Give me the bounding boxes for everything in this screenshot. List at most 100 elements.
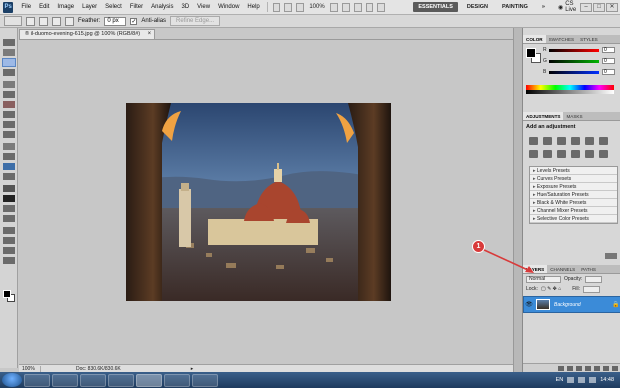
preset-item[interactable]: Exposure Presets	[530, 183, 617, 191]
shape-tool-icon[interactable]	[2, 215, 15, 222]
tray-flag-icon[interactable]	[567, 377, 575, 383]
link-layers-icon[interactable]	[558, 365, 564, 371]
new-layer-icon[interactable]	[603, 365, 609, 371]
color-foreground-swatch[interactable]	[526, 48, 536, 58]
minimize-button[interactable]: –	[580, 2, 592, 12]
hand-tool-icon[interactable]	[2, 247, 15, 254]
path-select-tool-icon[interactable]	[2, 205, 15, 212]
preset-item[interactable]: Curves Presets	[530, 175, 617, 183]
new-group-icon[interactable]	[594, 365, 600, 371]
more-workspaces-button[interactable]: »	[537, 2, 550, 12]
menu-3d[interactable]: 3D	[178, 4, 194, 10]
foreground-color-swatch[interactable]	[3, 290, 11, 298]
document-tab[interactable]: ® il-duomo-evening-615.jpg @ 100% (RGB/8…	[19, 29, 156, 39]
adjustment-icon[interactable]	[543, 150, 552, 158]
menu-file[interactable]: File	[17, 4, 35, 10]
status-menu-arrow[interactable]: ▸	[121, 366, 194, 372]
history-brush-tool-icon[interactable]	[2, 131, 15, 138]
marquee-tool-icon[interactable]	[2, 49, 15, 56]
add-mask-icon[interactable]	[576, 365, 582, 371]
adjustment-icon[interactable]	[571, 137, 580, 145]
extras-button[interactable]	[296, 2, 305, 12]
layer-style-icon[interactable]	[567, 365, 573, 371]
menu-layer[interactable]: Layer	[78, 4, 101, 10]
layer-row-background[interactable]: 👁 Background 🔒	[523, 296, 620, 313]
visibility-eye-icon[interactable]: 👁	[524, 301, 534, 308]
zoom-view-button[interactable]	[341, 2, 350, 12]
taskbar-photoshop-button[interactable]	[136, 373, 162, 387]
dodge-tool-icon[interactable]	[2, 173, 15, 180]
healing-tool-icon[interactable]	[2, 101, 15, 108]
quick-select-tool-icon[interactable]	[2, 69, 15, 76]
delete-layer-icon[interactable]	[612, 365, 618, 371]
new-selection-icon[interactable]	[26, 16, 35, 26]
taskbar-app2-button[interactable]	[192, 373, 218, 387]
adjustment-icon[interactable]	[599, 150, 608, 158]
antialias-checkbox[interactable]: ✓	[130, 17, 138, 25]
tray-network-icon[interactable]	[578, 377, 586, 383]
rotate-view-button[interactable]	[353, 2, 362, 12]
menu-edit[interactable]: Edit	[35, 4, 53, 10]
launch-bridge-button[interactable]	[272, 2, 281, 12]
tray-volume-icon[interactable]	[589, 377, 597, 383]
language-indicator[interactable]: EN	[556, 377, 564, 383]
color-r-input[interactable]: 0	[602, 47, 615, 53]
workspace-painting[interactable]: PAINTING	[497, 2, 533, 12]
status-zoom[interactable]: 100%	[19, 365, 41, 372]
arrange-documents-button[interactable]	[365, 2, 374, 12]
adjustment-icon[interactable]	[529, 150, 538, 158]
adjustment-icon[interactable]	[543, 137, 552, 145]
eraser-tool-icon[interactable]	[2, 143, 15, 150]
maximize-button[interactable]: □	[593, 2, 605, 12]
adjustment-icon[interactable]	[557, 137, 566, 145]
screen-mode-button[interactable]	[377, 2, 386, 12]
brush-tool-icon[interactable]	[2, 111, 15, 118]
color-tab-styles[interactable]: STYLES	[577, 35, 601, 43]
launch-minibridge-button[interactable]	[284, 2, 293, 12]
refine-edge-button[interactable]: Refine Edge...	[170, 16, 221, 26]
lock-icons[interactable]: ▢ ✎ ✥ ⌂	[541, 286, 561, 292]
fill-input[interactable]	[583, 285, 601, 293]
preset-item[interactable]: Levels Presets	[530, 167, 617, 175]
3d-orbit-tool-icon[interactable]	[2, 237, 15, 244]
blur-tool-icon[interactable]	[2, 163, 15, 170]
preset-item[interactable]: Channel Mixer Presets	[530, 207, 617, 215]
menu-image[interactable]: Image	[53, 4, 78, 10]
eyedropper-tool-icon[interactable]	[2, 91, 15, 98]
color-tab-swatches[interactable]: SWATCHES	[546, 35, 578, 43]
menu-view[interactable]: View	[193, 4, 214, 10]
menu-analysis[interactable]: Analysis	[147, 4, 177, 10]
color-b-input[interactable]: 0	[602, 69, 615, 75]
cs-live-button[interactable]: ◉ CS Live	[558, 1, 579, 13]
menu-filter[interactable]: Filter	[126, 4, 147, 10]
taskbar-app-button[interactable]	[108, 373, 134, 387]
close-document-button[interactable]: ×	[148, 30, 152, 39]
start-button[interactable]	[2, 373, 22, 387]
adjustments-tab-adjustments[interactable]: ADJUSTMENTS	[523, 112, 564, 120]
workspace-essentials[interactable]: ESSENTIALS	[413, 2, 458, 12]
close-window-button[interactable]: ✕	[606, 2, 618, 12]
feather-input[interactable]: 0 px	[104, 16, 127, 26]
adjustment-layer-icon[interactable]	[585, 365, 591, 371]
adjustment-footer-icon[interactable]	[605, 253, 617, 259]
preset-item[interactable]: Hue/Saturation Presets	[530, 191, 617, 199]
color-g-input[interactable]: 0	[602, 58, 615, 64]
zoom-level-select[interactable]: 100%	[306, 4, 327, 10]
color-r-slider[interactable]	[549, 48, 599, 52]
menu-help[interactable]: Help	[243, 4, 263, 10]
move-tool-icon[interactable]	[2, 39, 15, 46]
canvas-area[interactable]	[19, 39, 513, 364]
color-spectrum-bar[interactable]	[526, 85, 614, 94]
adjustment-icon[interactable]	[529, 137, 538, 145]
gradient-tool-icon[interactable]	[2, 153, 15, 160]
adjustment-icon[interactable]	[599, 137, 608, 145]
taskbar-ie-button[interactable]	[24, 373, 50, 387]
preset-item[interactable]: Black & White Presets	[530, 199, 617, 207]
panel-dock-strip[interactable]	[513, 28, 522, 372]
crop-tool-icon[interactable]	[2, 81, 15, 88]
3d-rotate-tool-icon[interactable]	[2, 227, 15, 234]
clone-stamp-tool-icon[interactable]	[2, 121, 15, 128]
hand-view-button[interactable]	[329, 2, 338, 12]
layer-name[interactable]: Background	[554, 302, 612, 308]
lasso-tool-icon[interactable]	[1, 58, 16, 67]
